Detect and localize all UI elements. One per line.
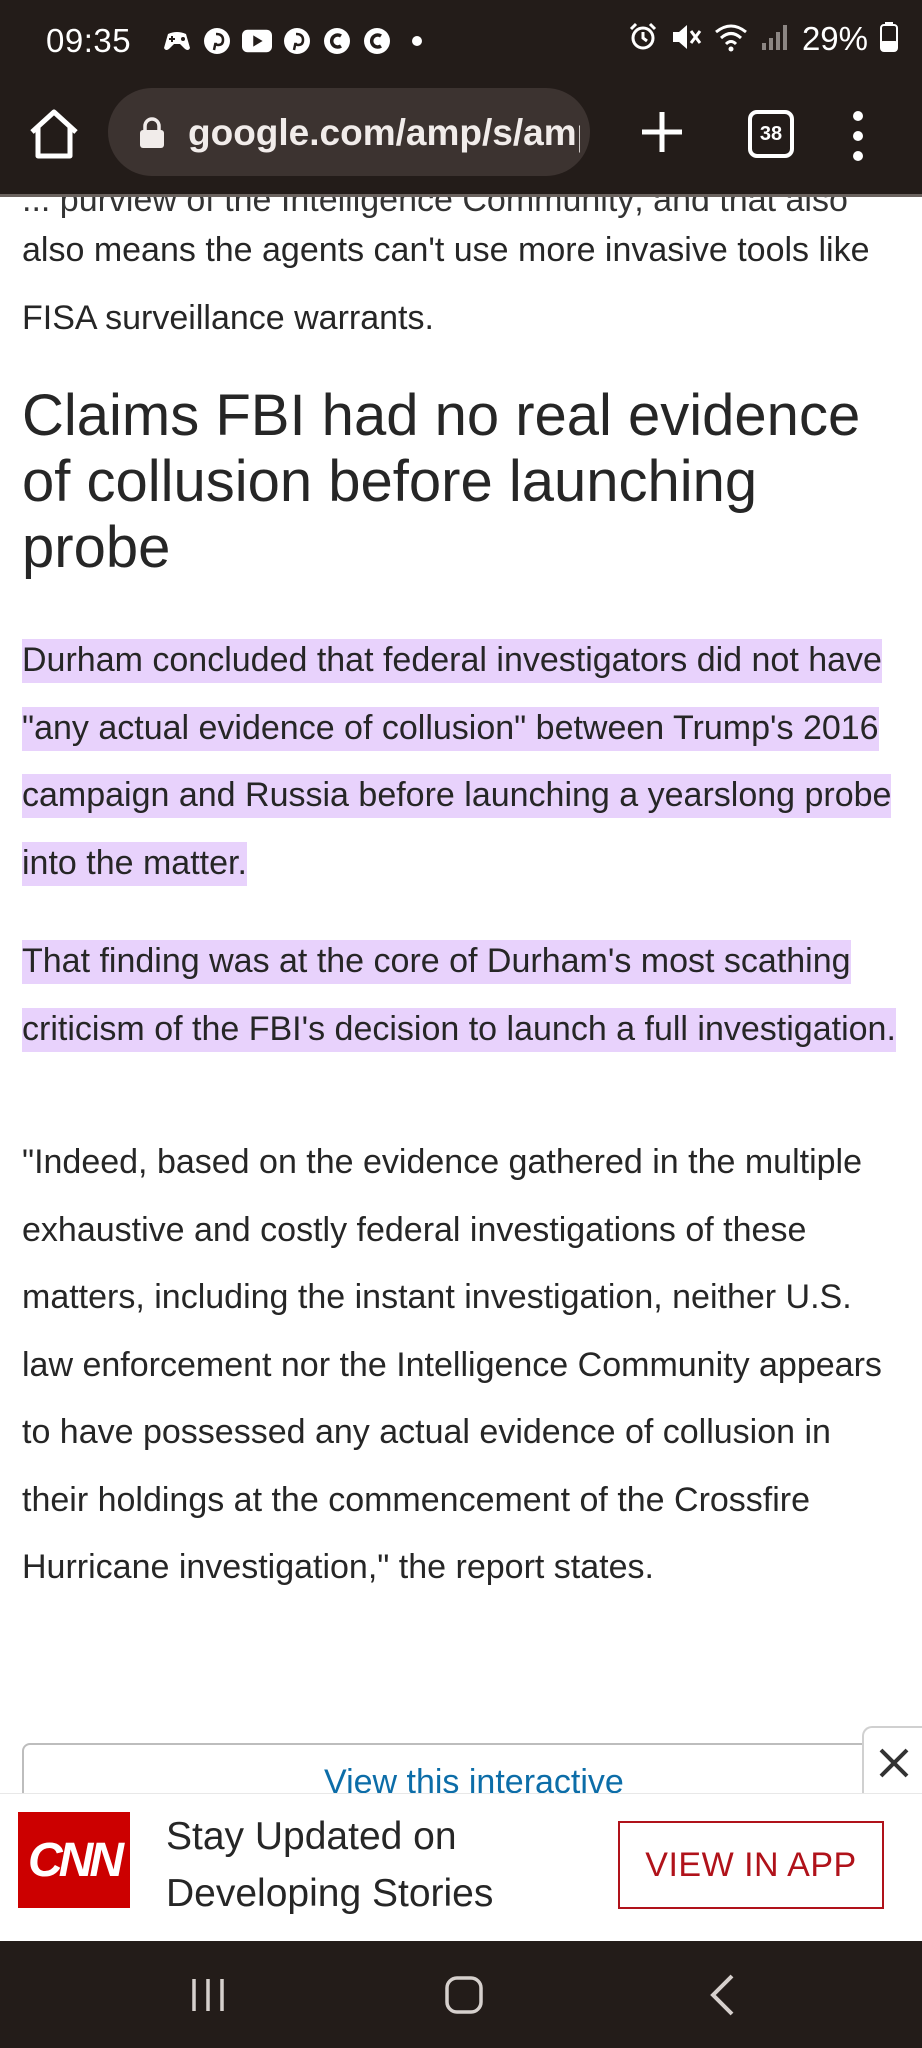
plus-icon	[642, 112, 682, 152]
highlighted-text[interactable]: That finding was at the core of Durham's…	[22, 940, 896, 1052]
cnn-logo: CNN	[18, 1812, 130, 1908]
back-chevron-icon	[710, 1974, 734, 2016]
system-home-button[interactable]	[444, 1975, 484, 2015]
battery-percent: 29%	[801, 20, 868, 57]
highlighted-paragraph[interactable]: Durham concluded that federal investigat…	[22, 627, 902, 897]
mute-icon	[670, 22, 702, 57]
close-banner-button[interactable]	[862, 1726, 922, 1796]
section-heading: Claims FBI had no real evidence of collu…	[22, 383, 861, 580]
lock-icon	[138, 117, 166, 149]
c-app-icon	[322, 26, 352, 56]
recents-icon	[192, 1979, 224, 2011]
alarm-icon	[628, 22, 658, 57]
url-text[interactable]: google.com/amp/s/amp	[188, 112, 580, 154]
highlighted-paragraph[interactable]: That finding was at the core of Durham's…	[22, 928, 902, 1063]
notification-icons	[162, 26, 432, 56]
system-icons: 29%	[628, 20, 898, 58]
signal-icon	[760, 23, 790, 56]
clock: 09:35	[46, 22, 132, 59]
system-navigation-bar	[0, 1941, 922, 2048]
close-icon	[879, 1748, 909, 1778]
home-icon	[30, 109, 78, 159]
view-in-app-button[interactable]: VIEW IN APP	[618, 1821, 884, 1909]
address-bar[interactable]: google.com/amp/s/amp	[108, 88, 590, 176]
tab-switcher-button[interactable]: 38	[748, 110, 794, 158]
highlighted-text[interactable]: Durham concluded that federal investigat…	[22, 639, 892, 886]
pinterest-icon	[202, 26, 232, 56]
banner-message: Stay Updated on Developing Stories	[166, 1815, 494, 1915]
browser-toolbar: google.com/amp/s/amp 38	[0, 84, 922, 197]
home-square-icon	[445, 1976, 483, 2014]
game-controller-icon	[162, 26, 192, 56]
interactive-embed[interactable]: View this interactive	[22, 1743, 902, 1797]
kebab-menu-icon	[853, 111, 863, 161]
tab-count: 38	[759, 122, 783, 145]
article-body: ... purview of the Intelligence Communit…	[22, 197, 902, 1797]
view-interactive-link[interactable]: View this interactive	[324, 1763, 624, 1797]
recents-button[interactable]	[188, 1977, 228, 2013]
pinterest-icon	[282, 26, 312, 56]
home-button[interactable]	[26, 106, 82, 168]
back-button[interactable]	[708, 1973, 736, 2017]
c-app-icon	[362, 26, 392, 56]
dot-icon	[402, 26, 432, 56]
logo-text: CNN	[28, 1833, 124, 1887]
status-bar: 09:35 29%	[0, 0, 922, 84]
new-tab-button[interactable]	[636, 106, 688, 158]
article-paragraph: also means the agents can't use more inv…	[22, 231, 870, 337]
battery-icon	[880, 21, 898, 57]
quote-paragraph: "Indeed, based on the evidence gathered …	[22, 1143, 882, 1586]
more-options-button[interactable]	[848, 106, 868, 166]
wifi-icon	[714, 22, 748, 57]
app-banner: CNN Stay Updated on Developing Stories V…	[0, 1793, 922, 1941]
youtube-icon	[242, 26, 272, 56]
